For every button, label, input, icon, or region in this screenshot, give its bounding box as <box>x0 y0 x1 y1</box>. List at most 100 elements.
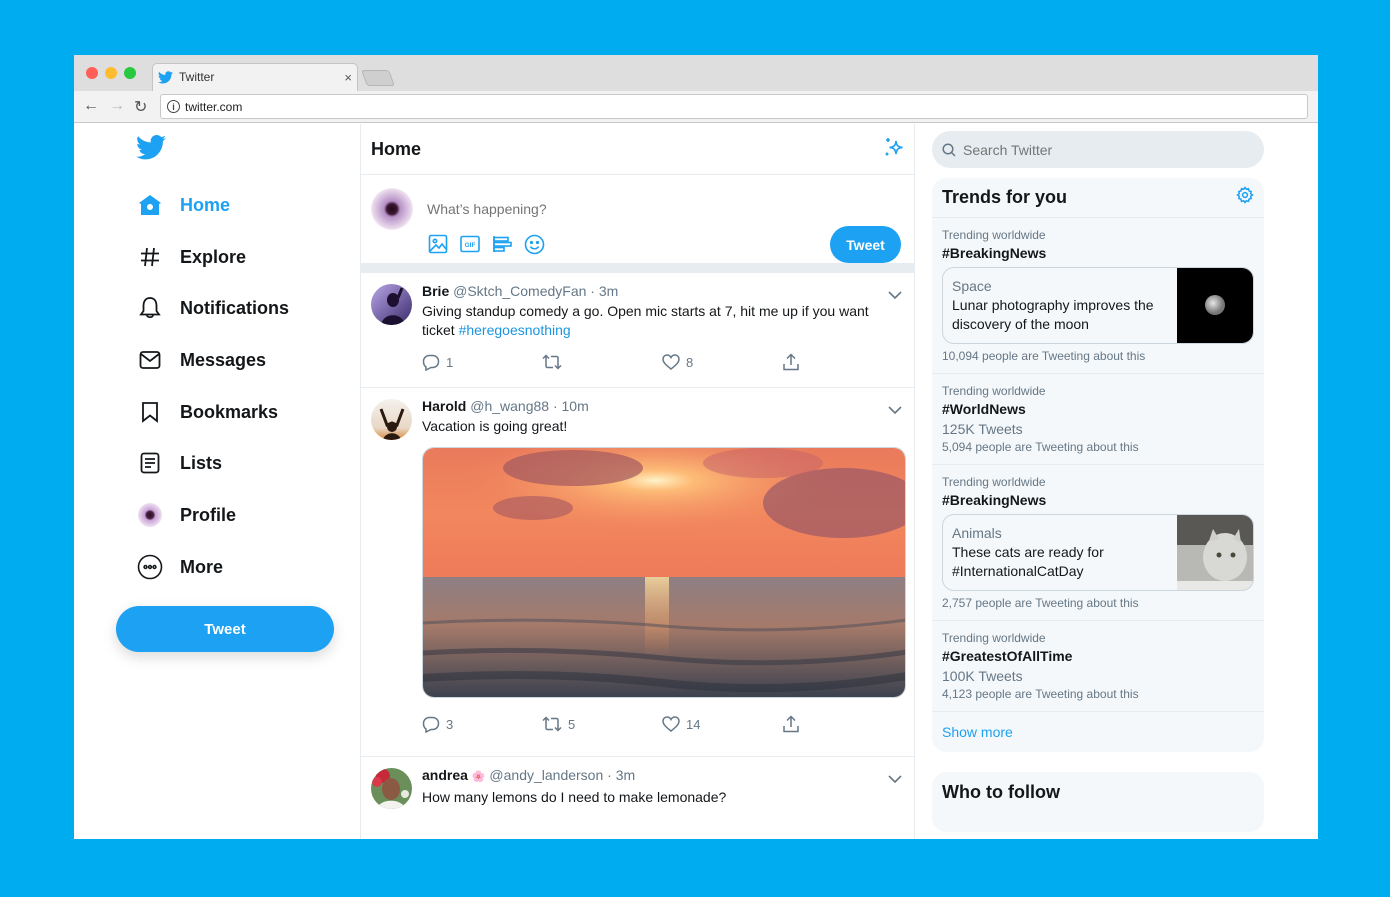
gif-icon[interactable]: GIF <box>459 233 481 255</box>
gear-icon[interactable] <box>1236 186 1254 209</box>
close-tab-icon[interactable]: × <box>344 70 352 85</box>
image-icon[interactable] <box>427 233 449 255</box>
sidebar-item-home[interactable]: Home <box>137 192 230 218</box>
sidebar-item-lists[interactable]: Lists <box>137 450 222 476</box>
tweet-author-handle[interactable]: @h_wang88 <box>470 398 549 414</box>
sidebar-item-bookmarks[interactable]: Bookmarks <box>137 399 278 425</box>
tweet-header: Brie @Sktch_ComedyFan · 3m <box>422 283 619 299</box>
tweet-time[interactable]: 3m <box>599 283 618 299</box>
tweet-author-name[interactable]: andrea <box>422 767 468 783</box>
main-timeline: Home GIF Tweet <box>361 124 915 839</box>
sidebar-item-profile[interactable]: Profile <box>137 502 236 528</box>
retweet-button[interactable] <box>542 354 662 370</box>
trend-hashtag: #GreatestOfAllTime <box>942 648 1073 664</box>
tweet-time[interactable]: 10m <box>562 398 589 414</box>
show-more-link[interactable]: Show more <box>932 712 1264 752</box>
tweet[interactable]: Brie @Sktch_ComedyFan · 3m Giving standu… <box>361 273 914 388</box>
share-icon <box>783 715 799 733</box>
tweet-author-handle[interactable]: @Sktch_ComedyFan <box>453 283 586 299</box>
trend-news-card[interactable]: Animals These cats are ready for #Intern… <box>942 514 1254 591</box>
tweet-author-name[interactable]: Harold <box>422 398 466 414</box>
twitter-favicon-icon <box>158 70 173 83</box>
tweet-image-sunset[interactable] <box>422 447 906 698</box>
tweet-time[interactable]: 3m <box>616 767 635 783</box>
sparkle-icon[interactable] <box>883 136 905 163</box>
forward-arrow-icon[interactable]: → <box>109 97 125 115</box>
hashtag-icon <box>137 244 163 270</box>
tweet-author-handle[interactable]: @andy_landerson <box>489 767 603 783</box>
trends-title: Trends for you <box>942 187 1068 207</box>
svg-text:GIF: GIF <box>465 242 476 249</box>
who-to-follow-panel: Who to follow <box>932 772 1264 832</box>
reply-button[interactable]: 1 <box>422 354 542 371</box>
emoji-icon[interactable] <box>523 233 545 255</box>
tweet-text: Giving standup comedy a go. Open mic sta… <box>422 303 869 338</box>
search-icon <box>942 142 956 157</box>
trend-item[interactable]: Trending worldwide #WorldNews 125K Tweet… <box>932 374 1264 465</box>
close-window-button[interactable] <box>86 67 98 79</box>
maximize-window-button[interactable] <box>124 67 136 79</box>
like-button[interactable]: 14 <box>662 716 782 732</box>
browser-toolbar: ← → ↻ i twitter.com <box>74 91 1318 123</box>
url-text: twitter.com <box>185 99 243 114</box>
tweet-avatar[interactable] <box>371 399 412 440</box>
sidebar-item-more[interactable]: More <box>137 554 223 580</box>
more-icon <box>137 554 163 580</box>
who-to-follow-title: Who to follow <box>942 782 1060 802</box>
reply-icon <box>422 354 440 371</box>
trend-item[interactable]: Trending worldwide #GreatestOfAllTime 10… <box>932 621 1264 712</box>
sidebar-item-label: Messages <box>180 349 267 370</box>
composer-tweet-button[interactable]: Tweet <box>830 226 901 263</box>
search-box[interactable] <box>932 131 1264 168</box>
sidebar-item-messages[interactable]: Messages <box>137 347 266 373</box>
trend-item[interactable]: Trending worldwide #BreakingNews Space L… <box>932 218 1264 374</box>
sidebar-item-explore[interactable]: Explore <box>137 244 246 270</box>
tweet[interactable]: Harold @h_wang88 · 10m Vacation is going… <box>361 388 914 757</box>
sidebar-item-label: Profile <box>180 504 237 525</box>
tweet-avatar[interactable] <box>371 768 412 809</box>
retweet-button[interactable]: 5 <box>542 716 662 732</box>
retweet-icon <box>542 716 562 732</box>
composer-avatar <box>371 188 413 230</box>
sidebar-item-notifications[interactable]: Notifications <box>137 295 289 321</box>
hashtag-link[interactable]: #heregoesnothing <box>459 322 571 338</box>
info-icon[interactable]: i <box>167 100 180 113</box>
tweet-header: andrea 🌸 @andy_landerson · 3m <box>422 767 636 783</box>
chevron-down-icon[interactable] <box>888 287 902 305</box>
sidebar-item-label: Home <box>180 194 231 215</box>
browser-window: Twitter × ← → ↻ i twitter.com Home Explo… <box>74 55 1318 839</box>
tweet[interactable]: andrea 🌸 @andy_landerson · 3m How many l… <box>361 757 914 839</box>
profile-avatar <box>137 502 163 528</box>
twitter-logo-icon[interactable] <box>136 135 166 165</box>
reload-icon[interactable]: ↻ <box>134 97 147 117</box>
poll-icon[interactable] <box>491 233 513 255</box>
tweet-text: Vacation is going great! <box>422 418 568 434</box>
address-bar[interactable]: i twitter.com <box>160 94 1308 119</box>
share-button[interactable] <box>782 715 902 733</box>
tweet-avatar[interactable] <box>371 284 412 325</box>
list-icon <box>137 450 163 476</box>
like-button[interactable]: 8 <box>662 354 782 370</box>
trend-item[interactable]: Trending worldwide #BreakingNews Animals… <box>932 465 1264 621</box>
chevron-down-icon[interactable] <box>888 402 902 420</box>
tweet-actions: 3 5 14 <box>422 698 902 750</box>
back-arrow-icon[interactable]: ← <box>83 97 99 115</box>
new-tab-button[interactable] <box>361 70 395 86</box>
tab-title: Twitter <box>179 70 215 84</box>
heart-icon <box>662 354 680 370</box>
share-button[interactable] <box>782 353 902 371</box>
tweet-author-name[interactable]: Brie <box>422 283 449 299</box>
chevron-down-icon[interactable] <box>888 771 902 789</box>
reply-icon <box>422 716 440 733</box>
minimize-window-button[interactable] <box>105 67 117 79</box>
right-sidebar: Trends for you Trending worldwide #Break… <box>932 124 1264 839</box>
search-input[interactable] <box>963 141 1223 158</box>
tweet-text: How many lemons do I need to make lemona… <box>422 789 727 805</box>
trends-panel: Trends for you Trending worldwide #Break… <box>932 178 1264 752</box>
sidebar-tweet-button[interactable]: Tweet <box>116 606 334 652</box>
reply-button[interactable]: 3 <box>422 716 542 733</box>
compose-tweet-input[interactable] <box>427 201 727 217</box>
trend-news-card[interactable]: Space Lunar photography improves the dis… <box>942 267 1254 344</box>
sidebar-item-label: Lists <box>180 452 223 473</box>
page-title: Home <box>371 138 422 159</box>
